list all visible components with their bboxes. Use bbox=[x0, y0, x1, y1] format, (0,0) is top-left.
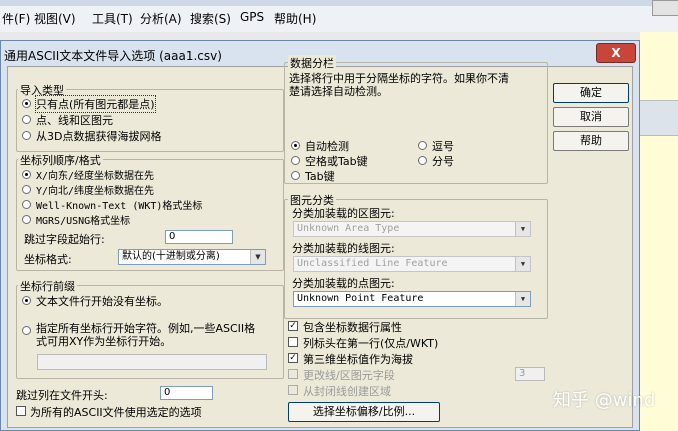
use-for-all-checkbox[interactable] bbox=[16, 406, 26, 416]
menu-gps[interactable]: GPS bbox=[240, 10, 264, 24]
closed-lines-area-label: 从封闭线创建区域 bbox=[303, 385, 391, 398]
coord-order-label-y-first: Y/向北/纬度坐标数据在先 bbox=[36, 186, 155, 197]
delimiter-desc-2: 楚请选择自动检测。 bbox=[289, 85, 388, 98]
coord-format-value: 默认的(十进制或分离) bbox=[122, 251, 220, 262]
delimiter-label-auto: 自动检测 bbox=[305, 140, 349, 153]
delimiter-label-comma: 逗号 bbox=[432, 140, 454, 153]
chevron-down-icon: ▼ bbox=[515, 222, 530, 236]
coord-prefix-radio-none[interactable] bbox=[22, 296, 31, 305]
import-type-label-all-features: 点、线和区图元 bbox=[36, 114, 113, 127]
field-count-input[interactable]: 3 bbox=[515, 367, 545, 381]
coord-order-radio-y-first[interactable] bbox=[22, 185, 31, 194]
menu-analysis[interactable]: 分析(A) bbox=[140, 10, 182, 27]
delimiter-radio-comma[interactable] bbox=[418, 141, 427, 150]
include-attributes-checkbox[interactable]: ✓ bbox=[288, 321, 298, 331]
third-dim-elevation-label: 第三维坐标值作为海拔 bbox=[303, 353, 413, 366]
coord-order-radio-mgrs[interactable] bbox=[22, 215, 31, 224]
header-first-row-label: 列标头在第一行(仅点/WKT) bbox=[303, 337, 439, 350]
area-class-select[interactable]: Unknown Area Type ▼ bbox=[293, 221, 531, 237]
ok-button[interactable]: 确定 bbox=[553, 83, 629, 103]
change-fields-label: 更改线/区图元字段 bbox=[303, 369, 395, 382]
delimiter-radio-semicolon[interactable] bbox=[418, 156, 427, 165]
delimiter-legend: 数据分栏 bbox=[288, 55, 336, 71]
coord-format-select[interactable]: 默认的(十进制或分离) ▼ bbox=[118, 249, 266, 265]
delimiter-radio-auto[interactable] bbox=[291, 141, 300, 150]
line-class-label: 分类加装载的线图元: bbox=[292, 242, 395, 255]
delimiter-radio-space-tab[interactable] bbox=[291, 156, 300, 165]
use-for-all-label: 为所有的ASCII文件使用选定的选项 bbox=[30, 406, 202, 419]
dialog-close-button[interactable]: X bbox=[596, 43, 636, 63]
skip-header-label: 跳过列在文件开头: bbox=[16, 389, 108, 402]
menu-view[interactable]: 视图(V) bbox=[34, 10, 76, 27]
chevron-down-icon: ▼ bbox=[515, 257, 530, 271]
area-class-value: Unknown Area Type bbox=[297, 223, 400, 234]
coord-order-radio-wkt[interactable] bbox=[22, 200, 31, 209]
chevron-down-icon: ▼ bbox=[515, 292, 530, 306]
menu-search[interactable]: 搜索(S) bbox=[190, 10, 231, 27]
change-fields-checkbox[interactable] bbox=[288, 369, 298, 379]
delimiter-label-semicolon: 分号 bbox=[432, 155, 454, 168]
import-type-radio-all-features[interactable] bbox=[22, 115, 31, 124]
area-class-label: 分类加装载的区图元: bbox=[292, 207, 395, 220]
line-class-select[interactable]: Unclassified Line Feature ▼ bbox=[293, 256, 531, 272]
coord-order-label-mgrs: MGRS/USNG格式坐标 bbox=[36, 216, 131, 227]
skip-field-rows-input[interactable]: 0 bbox=[165, 230, 233, 244]
coord-order-label-wkt: Well-Known-Text (WKT)格式坐标 bbox=[36, 201, 203, 212]
coord-prefix-input[interactable] bbox=[37, 354, 267, 370]
import-type-radio-elevation-grid[interactable] bbox=[22, 131, 31, 140]
projection-offset-button[interactable]: 选择坐标偏移/比例... bbox=[288, 402, 440, 422]
dialog-title: 通用ASCII文本文件导入选项 (aaa1.csv) bbox=[4, 49, 222, 63]
include-attributes-label: 包含坐标数据行属性 bbox=[303, 321, 402, 334]
coord-order-legend: 坐标列顺序/格式 bbox=[18, 152, 103, 168]
delimiter-label-tab: Tab键 bbox=[305, 170, 335, 183]
skip-field-rows-label: 跳过字段起始行: bbox=[24, 233, 105, 246]
watermark: 知乎 @wind bbox=[553, 390, 656, 411]
import-type-label-points-only: 只有点(所有图元都是点) bbox=[35, 95, 156, 113]
coord-prefix-label-none: 文本文件行开始没有坐标。 bbox=[36, 295, 168, 308]
help-button[interactable]: 帮助 bbox=[553, 131, 629, 151]
chevron-down-icon: ▼ bbox=[250, 250, 265, 264]
third-dim-elevation-checkbox[interactable]: ✓ bbox=[288, 353, 298, 363]
skip-header-input[interactable]: 0 bbox=[160, 386, 213, 400]
delimiter-label-space-tab: 空格或Tab键 bbox=[305, 155, 368, 168]
line-class-value: Unclassified Line Feature bbox=[297, 258, 448, 269]
coord-order-radio-x-first[interactable] bbox=[22, 170, 31, 179]
import-type-radio-points-only[interactable] bbox=[22, 99, 31, 108]
closed-lines-area-checkbox[interactable] bbox=[288, 385, 298, 395]
dialog-body: 导入类型 只有点(所有图元都是点) 点、线和区图元 从3D点数据获得海拔网格 坐… bbox=[7, 55, 633, 428]
coord-format-label: 坐标格式: bbox=[24, 253, 72, 266]
menu-tools[interactable]: 工具(T) bbox=[92, 10, 133, 27]
coord-prefix-legend: 坐标行前缀 bbox=[18, 278, 77, 294]
map-canvas[interactable] bbox=[640, 32, 678, 431]
app-close-button[interactable] bbox=[652, 0, 678, 16]
menu-help[interactable]: 帮助(H) bbox=[274, 10, 316, 27]
point-class-value: Unknown Point Feature bbox=[297, 293, 424, 304]
cancel-button[interactable]: 取消 bbox=[553, 107, 629, 127]
import-type-label-elevation-grid: 从3D点数据获得海拔网格 bbox=[36, 130, 162, 143]
menu-file[interactable]: 件(F) bbox=[2, 10, 30, 27]
coord-order-label-x-first: X/向东/经度坐标数据在先 bbox=[36, 171, 155, 182]
delimiter-radio-tab[interactable] bbox=[291, 171, 300, 180]
header-first-row-checkbox[interactable] bbox=[288, 337, 298, 347]
point-class-select[interactable]: Unknown Point Feature ▼ bbox=[293, 291, 531, 307]
coord-prefix-radio-custom[interactable] bbox=[22, 326, 31, 335]
app-toolbar bbox=[640, 100, 678, 136]
coord-prefix-label-custom-2: 式可用XY作为坐标行开始。 bbox=[36, 335, 172, 348]
point-class-label: 分类加装载的点图元: bbox=[292, 277, 395, 290]
